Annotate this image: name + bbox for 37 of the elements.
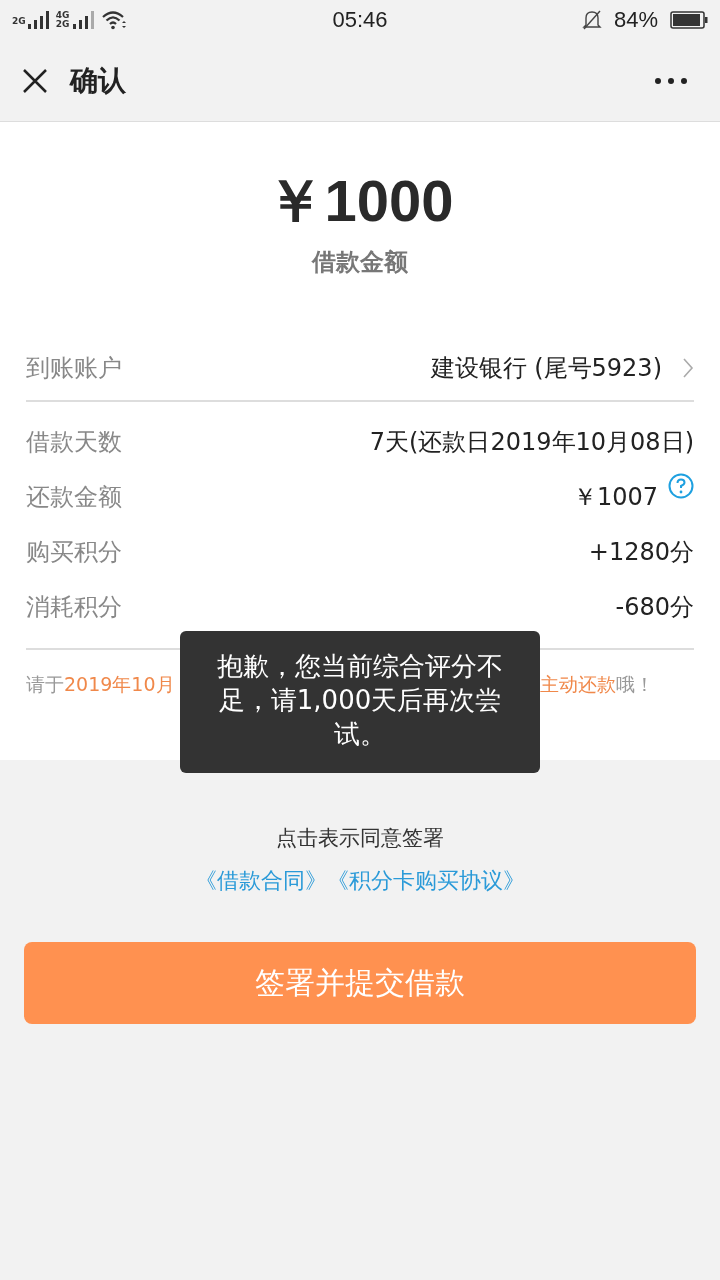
more-button[interactable] (654, 76, 688, 85)
muted-bell-icon (581, 9, 602, 31)
wifi-icon (101, 10, 128, 30)
close-icon (22, 67, 48, 94)
repayment-notice: 请于2019年10月 (26, 672, 175, 697)
row-value: +1280分 (588, 536, 694, 568)
row-label: 还款金额 (26, 481, 122, 513)
contract-link[interactable]: 《积分卡购买协议》 (327, 866, 525, 896)
close-button[interactable] (22, 67, 48, 94)
toast-message: 抱歉，您当前综合评分不足，请1,000天后再次尝试。 (180, 631, 540, 773)
submit-button[interactable]: 签署并提交借款 (24, 942, 696, 1024)
row-label: 借款天数 (26, 426, 122, 458)
row-value: -680分 (615, 591, 694, 623)
row-label: 消耗积分 (26, 591, 122, 623)
row-label: 购买积分 (26, 536, 122, 568)
repayment-notice: 主动还款哦！ (540, 672, 654, 697)
more-icon (654, 76, 688, 85)
signal-label: 2G (55, 20, 70, 29)
help-icon[interactable] (668, 473, 694, 499)
row-value: 7天(还款日2019年10月08日) (369, 426, 694, 458)
signal-icon (27, 10, 50, 30)
account-value: 建设银行 (尾号5923) (430, 353, 662, 384)
battery-icon (670, 10, 708, 30)
battery-percent: 84% (613, 7, 658, 33)
amount-label: 借款金额 (310, 247, 409, 278)
clock: 05:46 (332, 7, 388, 33)
row-label: 到账账户 (26, 353, 122, 384)
chevron-right-icon (682, 357, 694, 379)
row-value: ￥1007 (572, 481, 658, 513)
signal-label: 2G (12, 16, 26, 26)
contract-link[interactable]: 《借款合同》 (195, 866, 327, 896)
page-title: 确认 (70, 62, 126, 99)
signal-label: 4G (55, 11, 70, 20)
account-row[interactable]: 到账账户 建设银行 (尾号5923) (26, 336, 694, 400)
loan-amount: ￥1000 (265, 167, 455, 235)
signal-icon (73, 10, 96, 30)
agreement-text: 点击表示同意签署 (276, 825, 444, 852)
